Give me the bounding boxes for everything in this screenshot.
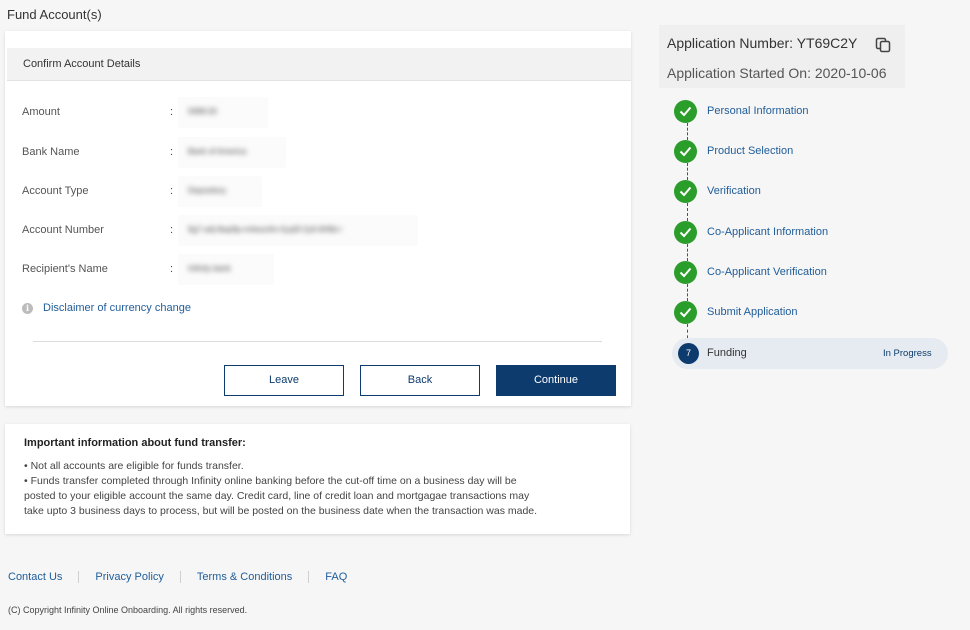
copyright: (C) Copyright Infinity Online Onboarding… bbox=[8, 605, 248, 615]
step-label: Verification bbox=[707, 185, 761, 197]
account-type-value-text: Depository bbox=[188, 186, 227, 195]
fund-transfer-info-card: Important information about fund transfe… bbox=[5, 424, 630, 534]
step-co-applicant-information[interactable]: Co-Applicant Information bbox=[674, 221, 954, 245]
step-label: Product Selection bbox=[707, 145, 794, 157]
step-submit-application[interactable]: Submit Application bbox=[674, 301, 954, 325]
step-connector bbox=[687, 244, 688, 261]
info-line: • Not all accounts are eligible for fund… bbox=[24, 460, 244, 472]
bank-name-value: Bank of America bbox=[178, 137, 286, 168]
footer-separator bbox=[308, 571, 310, 584]
account-number-label: Account Number bbox=[22, 224, 104, 236]
amount-label: Amount bbox=[22, 106, 60, 118]
info-line: • Funds transfer completed through Infin… bbox=[24, 475, 517, 487]
divider bbox=[33, 341, 602, 342]
amount-value: 5998.00 bbox=[178, 97, 268, 128]
account-type-label: Account Type bbox=[22, 185, 89, 197]
privacy-policy-link[interactable]: Privacy Policy bbox=[95, 571, 163, 583]
application-number: Application Number: YT69C2Y bbox=[667, 35, 858, 51]
step-verification[interactable]: Verification bbox=[674, 180, 954, 204]
copy-icon[interactable] bbox=[875, 37, 891, 53]
recipient-name-label: Recipient's Name bbox=[22, 263, 108, 275]
step-product-selection[interactable]: Product Selection bbox=[674, 140, 954, 164]
account-type-colon: : bbox=[170, 185, 174, 197]
check-icon bbox=[674, 180, 697, 203]
recipient-name-value-text: Infinity bank bbox=[188, 264, 231, 273]
contact-us-link[interactable]: Contact Us bbox=[8, 571, 62, 583]
footer-separator bbox=[78, 571, 80, 584]
card-header-title: Confirm Account Details bbox=[23, 58, 141, 70]
footer-links: Contact Us Privacy Policy Terms & Conditio… bbox=[8, 571, 347, 584]
bank-name-value-text: Bank of America bbox=[188, 147, 247, 156]
amount-value-text: 5998.00 bbox=[188, 107, 217, 116]
recipient-name-colon: : bbox=[170, 263, 174, 275]
info-title: Important information about fund transfe… bbox=[24, 437, 246, 449]
detail-row-bank-name: Bank Name : Bank of America bbox=[22, 137, 622, 168]
step-number: 7 bbox=[678, 343, 699, 364]
step-connector bbox=[687, 163, 688, 180]
recipient-name-value: Infinity bank bbox=[178, 254, 274, 285]
account-type-value: Depository bbox=[178, 176, 262, 207]
leave-button[interactable]: Leave bbox=[224, 365, 344, 396]
info-line: take upto 3 business days to process, bu… bbox=[24, 505, 538, 517]
detail-row-recipient-name: Recipient's Name : Infinity bank bbox=[22, 254, 622, 285]
check-icon bbox=[674, 100, 697, 123]
account-number-value: 9g7-a4j-8wp9p-m4wunfm-5yq5f-2y6-9rf6b-i bbox=[178, 215, 418, 246]
amount-colon: : bbox=[170, 106, 174, 118]
bank-name-colon: : bbox=[170, 146, 174, 158]
detail-row-account-type: Account Type : Depository bbox=[22, 176, 622, 207]
step-connector bbox=[687, 123, 688, 140]
step-label: Co-Applicant Information bbox=[707, 226, 829, 238]
detail-row-account-number: Account Number : 9g7-a4j-8wp9p-m4wunfm-5… bbox=[22, 215, 622, 246]
back-button[interactable]: Back bbox=[360, 365, 480, 396]
disclaimer-link[interactable]: Disclaimer of currency change bbox=[43, 302, 191, 314]
account-number-colon: : bbox=[170, 224, 174, 236]
faq-link[interactable]: FAQ bbox=[325, 571, 347, 583]
bank-name-label: Bank Name bbox=[22, 146, 80, 158]
detail-row-amount: Amount : 5998.00 bbox=[22, 97, 622, 128]
step-connector bbox=[687, 203, 688, 221]
continue-button[interactable]: Continue bbox=[496, 365, 616, 396]
account-number-value-text: 9g7-a4j-8wp9p-m4wunfm-5yq5f-2y6-9rf6b-i bbox=[188, 225, 342, 234]
card-header: Confirm Account Details bbox=[7, 48, 631, 81]
check-icon bbox=[674, 221, 697, 244]
status-badge: In Progress bbox=[883, 348, 932, 359]
step-personal-information[interactable]: Personal Information bbox=[674, 100, 954, 124]
check-icon bbox=[674, 301, 697, 324]
check-icon bbox=[674, 140, 697, 163]
application-started: Application Started On: 2020-10-06 bbox=[667, 65, 887, 81]
page-title: Fund Account(s) bbox=[7, 7, 102, 22]
info-line: posted to your eligible account the same… bbox=[24, 490, 530, 502]
step-label: Submit Application bbox=[707, 306, 798, 318]
application-info: Application Number: YT69C2Y Application … bbox=[659, 25, 905, 88]
info-icon: i bbox=[22, 303, 33, 314]
terms-link[interactable]: Terms & Conditions bbox=[197, 571, 292, 583]
step-label-funding: Funding bbox=[707, 347, 747, 359]
step-label: Personal Information bbox=[707, 105, 809, 117]
confirm-details-card: Confirm Account Details Amount : 5998.00… bbox=[5, 31, 631, 406]
step-label: Co-Applicant Verification bbox=[707, 266, 827, 278]
check-icon bbox=[674, 261, 697, 284]
step-co-applicant-verification[interactable]: Co-Applicant Verification bbox=[674, 261, 954, 285]
footer-separator bbox=[179, 571, 181, 584]
step-connector bbox=[687, 284, 688, 301]
